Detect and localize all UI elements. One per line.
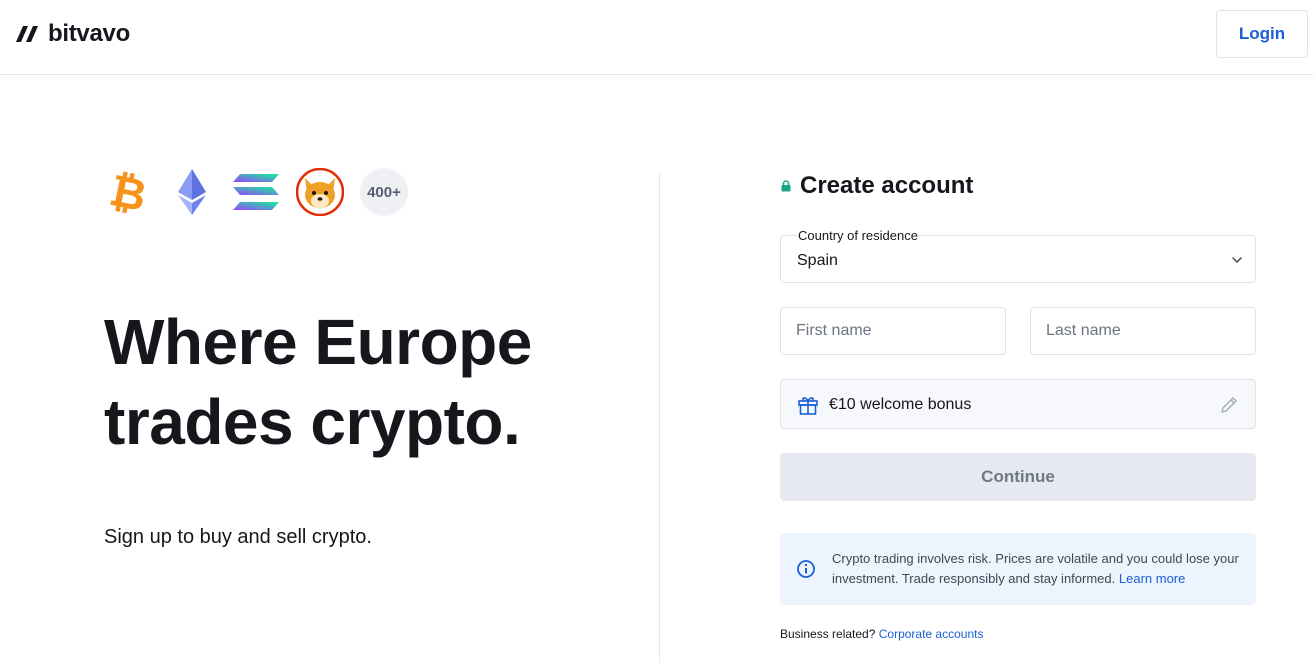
coin-icons-row: ₿ 400+: [104, 168, 408, 216]
last-name-input[interactable]: [1030, 307, 1256, 355]
pencil-icon[interactable]: [1219, 395, 1239, 415]
bitvavo-mark-icon: [16, 26, 38, 42]
info-icon: [797, 560, 815, 578]
risk-warning: Crypto trading involves risk. Prices are…: [780, 533, 1256, 605]
chevron-down-icon: [1232, 257, 1242, 263]
svg-text:₿: ₿: [108, 168, 148, 216]
solana-icon: [232, 168, 280, 216]
country-select[interactable]: Country of residence Spain: [780, 228, 1256, 283]
business-prefix: Business related?: [780, 627, 876, 641]
top-header: bitvavo Login: [0, 0, 1314, 75]
continue-button[interactable]: Continue: [780, 453, 1256, 501]
coin-count-badge: 400+: [360, 168, 408, 216]
country-label: Country of residence: [797, 228, 919, 243]
bitvavo-logo[interactable]: bitvavo: [14, 20, 130, 48]
ethereum-icon: [168, 168, 216, 216]
corporate-accounts-link[interactable]: Corporate accounts: [879, 627, 984, 641]
form-title: Create account: [800, 172, 974, 199]
welcome-bonus-field[interactable]: €10 welcome bonus: [780, 379, 1256, 429]
hero-title-line2: trades crypto.: [104, 386, 521, 458]
brand-name: bitvavo: [48, 20, 130, 47]
form-header: Create account: [780, 172, 973, 200]
hero-title-line1: Where Europe: [104, 306, 532, 378]
first-name-input[interactable]: [780, 307, 1006, 355]
lock-icon: [781, 180, 791, 192]
risk-warning-text: Crypto trading involves risk. Prices are…: [832, 549, 1242, 589]
welcome-bonus-text: €10 welcome bonus: [829, 396, 972, 413]
gift-icon: [798, 397, 818, 415]
country-value: Spain: [797, 252, 838, 269]
business-note: Business related? Corporate accounts: [780, 627, 983, 641]
bitcoin-icon: ₿: [104, 168, 152, 216]
hero-subtitle: Sign up to buy and sell crypto.: [104, 526, 372, 548]
shiba-inu-icon: [296, 168, 344, 216]
learn-more-link[interactable]: Learn more: [1119, 571, 1185, 586]
hero-title: Where Europe trades crypto.: [104, 302, 624, 462]
vertical-divider: [659, 172, 660, 663]
login-button[interactable]: Login: [1216, 10, 1308, 58]
